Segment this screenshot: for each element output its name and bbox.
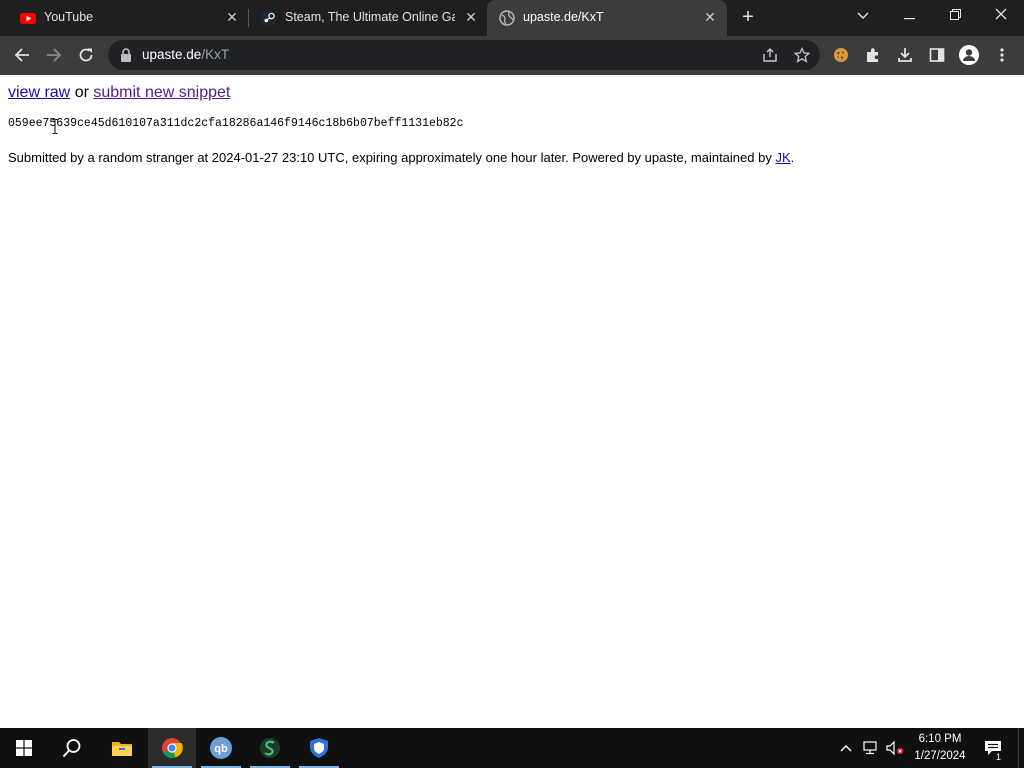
vpn-shield-icon <box>310 738 328 758</box>
youtube-icon <box>20 13 36 24</box>
forward-button[interactable] <box>39 40 69 70</box>
submit-new-snippet-link[interactable]: submit new snippet <box>93 84 230 101</box>
page-content: view raw or submit new snippet 059ee7563… <box>0 75 1024 728</box>
forward-arrow-icon <box>47 48 62 62</box>
notification-center-button[interactable]: 1 <box>980 728 1006 768</box>
reload-button[interactable] <box>71 40 101 70</box>
url-host: upaste.de <box>142 47 202 62</box>
tab-search-icon[interactable] <box>840 0 886 30</box>
side-panel-icon <box>929 48 945 62</box>
start-icon <box>16 740 32 756</box>
maintainer-link[interactable]: JK <box>775 150 790 165</box>
close-window-button[interactable] <box>978 0 1024 30</box>
menu-button[interactable] <box>987 40 1017 70</box>
new-tab-button[interactable]: + <box>737 7 759 29</box>
globe-icon <box>499 10 515 26</box>
back-arrow-icon <box>14 48 29 62</box>
speaker-muted-icon <box>886 741 904 755</box>
close-tab-icon[interactable]: ✕ <box>224 9 240 25</box>
taskbar-file-explorer[interactable] <box>98 728 146 768</box>
network-button[interactable] <box>860 728 882 768</box>
snippet-links: view raw or submit new snippet <box>8 84 230 102</box>
minimize-button[interactable] <box>886 0 932 30</box>
chevron-up-icon <box>840 745 852 752</box>
text-cursor-icon <box>52 119 58 134</box>
file-explorer-icon <box>112 742 132 756</box>
notification-count-badge: 1 <box>996 752 1002 762</box>
clock-date: 1/27/2024 <box>914 750 966 762</box>
downloads-button[interactable] <box>890 40 920 70</box>
cookie-icon <box>834 48 848 62</box>
download-icon <box>898 48 912 62</box>
search-button[interactable] <box>48 728 96 768</box>
app-icon <box>260 738 280 758</box>
start-button[interactable] <box>0 728 48 768</box>
bookmark-star-icon[interactable] <box>794 47 810 63</box>
tab-title: YouTube <box>44 10 94 24</box>
taskbar-chrome[interactable] <box>148 728 196 768</box>
taskbar-qbittorrent[interactable]: qb <box>197 728 245 768</box>
cookie-extension-button[interactable] <box>826 40 856 70</box>
volume-button[interactable] <box>884 728 906 768</box>
footer-message: Submitted by a random stranger at 2024-0… <box>8 150 772 165</box>
kebab-menu-icon <box>1000 48 1004 62</box>
restore-button[interactable] <box>932 0 978 30</box>
svg-text:qb: qb <box>214 743 228 755</box>
reload-icon <box>79 48 93 62</box>
puzzle-icon <box>867 48 878 62</box>
url-text[interactable]: upaste.de/KxT <box>142 47 229 62</box>
address-bar[interactable]: upaste.de/KxT <box>108 40 820 70</box>
tab-title: Steam, The Ultimate Online Gam <box>285 10 455 24</box>
tab-title: upaste.de/KxT <box>523 10 604 24</box>
taskbar-app[interactable] <box>246 728 294 768</box>
or-text: or <box>74 84 89 101</box>
show-desktop-button[interactable] <box>1018 728 1024 768</box>
tab-upaste[interactable]: upaste.de/KxT ✕ <box>487 0 727 36</box>
share-icon[interactable] <box>762 47 778 63</box>
lock-icon[interactable] <box>120 48 132 62</box>
profile-avatar-icon <box>959 45 979 65</box>
tab-strip: YouTube ✕ Steam, The Ultimate Online Gam… <box>0 0 1024 36</box>
search-icon <box>62 739 81 758</box>
chrome-icon <box>162 738 183 759</box>
network-icon <box>863 741 877 755</box>
qbittorrent-icon: qb <box>210 737 232 759</box>
tab-youtube[interactable]: YouTube ✕ <box>8 0 248 36</box>
view-raw-link[interactable]: view raw <box>8 84 70 101</box>
snippet-content: 059ee75639ce45d610107a311dc2cfa18286a146… <box>8 117 464 130</box>
taskbar: qb 6:10 PM 1/27/2024 1 <box>0 728 1024 768</box>
side-panel-button[interactable] <box>922 40 952 70</box>
browser-toolbar: upaste.de/KxT <box>0 36 1024 75</box>
url-path: /KxT <box>201 47 230 62</box>
extensions-button[interactable] <box>858 40 888 70</box>
taskbar-vpn[interactable] <box>295 728 343 768</box>
footer-period: . <box>790 150 795 165</box>
back-button[interactable] <box>7 40 37 70</box>
tab-steam[interactable]: Steam, The Ultimate Online Gam ✕ <box>249 0 487 36</box>
footer-text: Submitted by a random stranger at 2024-0… <box>8 150 794 165</box>
steam-icon <box>261 10 277 26</box>
clock-time: 6:10 PM <box>918 733 962 745</box>
system-clock[interactable]: 6:10 PM 1/27/2024 <box>910 731 970 765</box>
close-tab-icon[interactable]: ✕ <box>702 9 718 25</box>
profile-button[interactable] <box>954 40 984 70</box>
close-tab-icon[interactable]: ✕ <box>463 9 479 25</box>
show-hidden-icons-button[interactable] <box>836 728 856 768</box>
